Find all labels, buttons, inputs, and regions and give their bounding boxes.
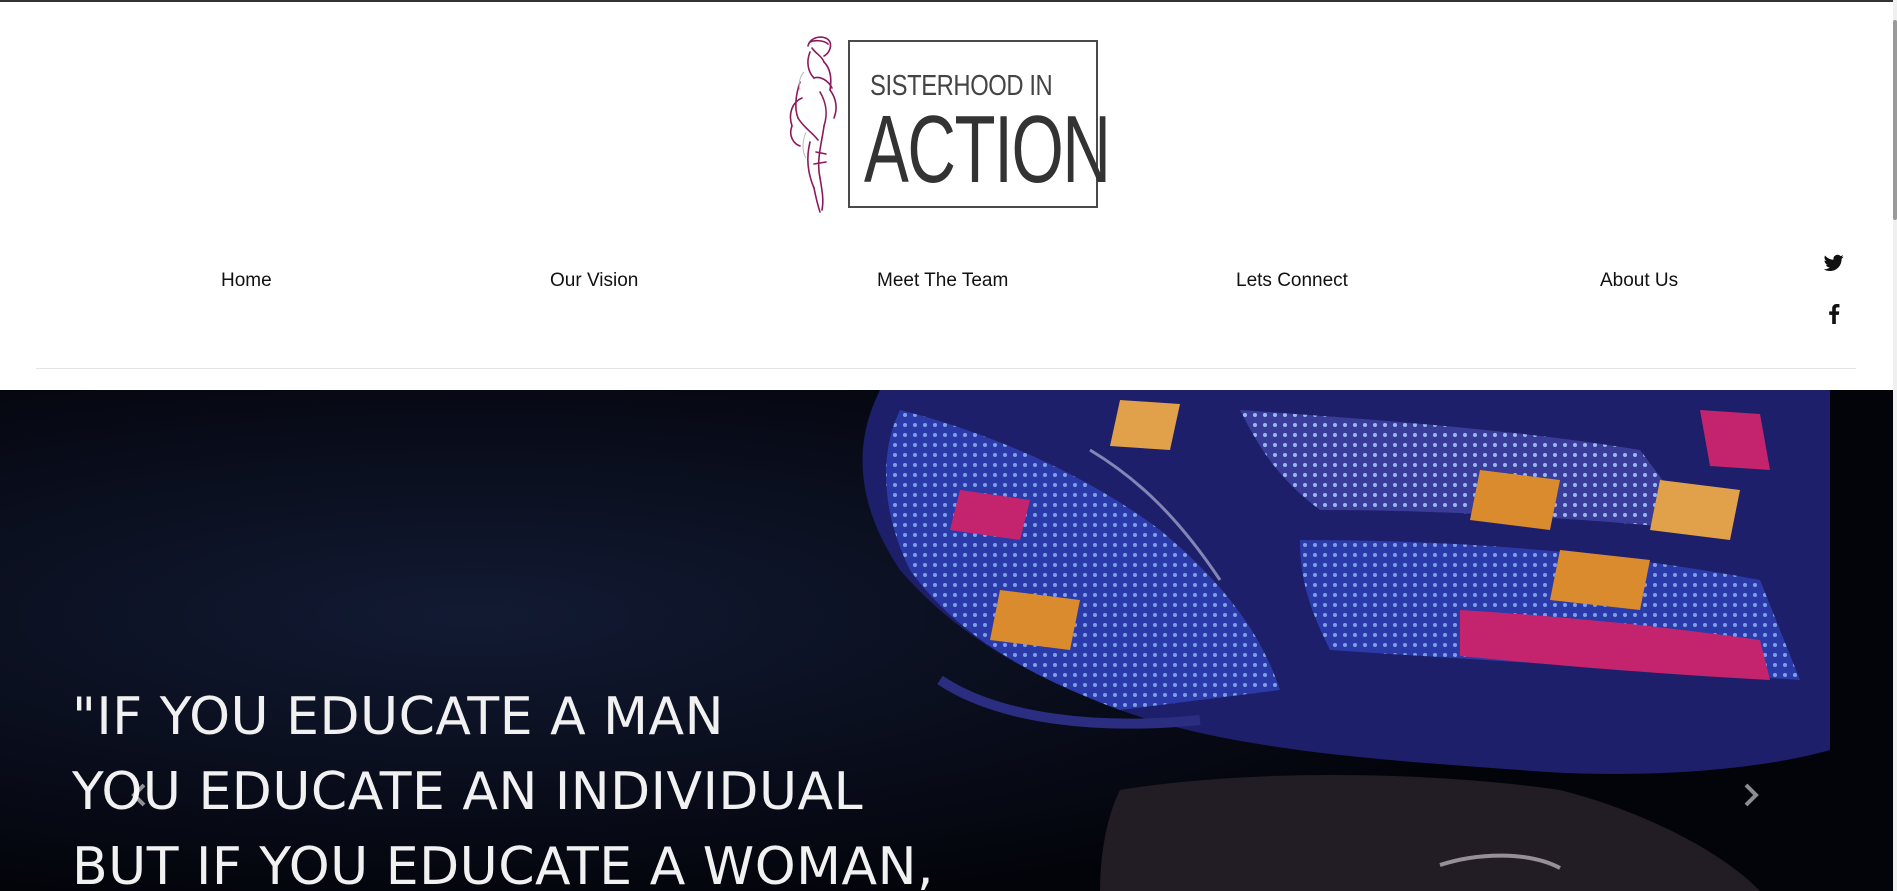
top-rule (0, 0, 1897, 2)
nav-item-lets-connect[interactable]: Lets Connect (1236, 270, 1348, 292)
nav-item-meet-the-team[interactable]: Meet The Team (877, 270, 1008, 292)
hero-quote-line: "IF YOU EDUCATE A MAN (72, 687, 725, 747)
page: SISTERHOOD IN ACTION Home Our Vision Mee… (0, 0, 1897, 891)
hero-quote-line: BUT IF YOU EDUCATE A WOMAN, (72, 837, 935, 891)
scrollbar-thumb[interactable] (1893, 20, 1897, 220)
chevron-right-icon[interactable] (1730, 775, 1770, 815)
site-logo[interactable]: SISTERHOOD IN ACTION (780, 32, 1111, 216)
scrollbar[interactable] (1893, 0, 1897, 891)
hero-quote-line: YOU EDUCATE AN INDIVIDUAL (72, 762, 864, 822)
logo-text-line2: ACTION (864, 96, 1111, 203)
hero-slider: "IF YOU EDUCATE A MAN YOU EDUCATE AN IND… (0, 390, 1893, 891)
facebook-icon[interactable] (1822, 304, 1846, 328)
nav-item-home[interactable]: Home (221, 270, 272, 292)
nav-item-about-us[interactable]: About Us (1600, 270, 1678, 292)
twitter-icon[interactable] (1822, 254, 1846, 278)
main-nav: Home Our Vision Meet The Team Lets Conne… (0, 270, 1897, 310)
header-divider (36, 368, 1856, 369)
chevron-left-icon[interactable] (120, 775, 160, 815)
woman-figure-icon (789, 36, 837, 213)
nav-item-our-vision[interactable]: Our Vision (550, 270, 638, 292)
hero-quote: "IF YOU EDUCATE A MAN YOU EDUCATE AN IND… (72, 680, 934, 891)
